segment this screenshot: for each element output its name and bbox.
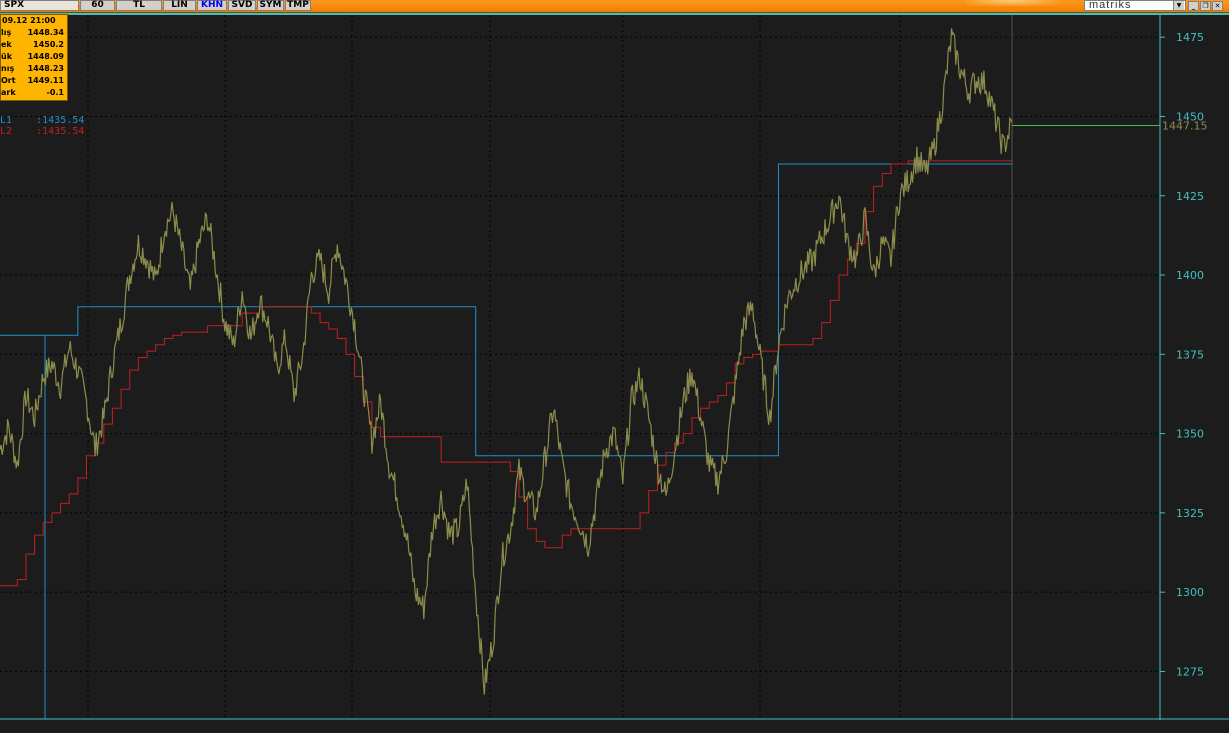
y-tick-label: 1350 — [1176, 428, 1204, 441]
info-row-low: ük 1448.09 — [1, 52, 64, 61]
info-row-high: ek 1450.2 — [1, 40, 64, 49]
scale-button[interactable]: LIN — [163, 0, 196, 11]
legend-l2-label: L2 — [0, 126, 13, 137]
minimize-icon[interactable]: _ — [1188, 1, 1199, 11]
symbol-field[interactable]: SPX — [0, 0, 79, 11]
restore-icon[interactable]: ❐ — [1200, 1, 1211, 11]
y-tick-label: 1400 — [1176, 269, 1204, 282]
y-tick-label: 1475 — [1176, 31, 1204, 44]
chevron-down-icon[interactable]: ▼ — [1173, 1, 1184, 10]
info-row-diff: ark -0.1 — [1, 88, 64, 97]
y-tick-label: 1425 — [1176, 190, 1204, 203]
last-value-label: 1447.15 — [1162, 120, 1208, 133]
y-tick-label: 1275 — [1176, 665, 1204, 678]
svd-button[interactable]: SVD — [228, 0, 256, 11]
brand-selector[interactable]: matriks — [1084, 0, 1186, 11]
price-chart[interactable]: 147514501425140013751350132513001275 144… — [0, 13, 1229, 720]
legend-l1-label: L1 — [0, 115, 13, 126]
brand-logo: matriks — [1089, 0, 1132, 11]
info-panel: 09.12 21:00 lış 1448.34 ek 1450.2 ük 1448.0… — [0, 14, 68, 101]
sym-button[interactable]: SYM — [257, 0, 284, 11]
y-tick-label: 1300 — [1176, 586, 1204, 599]
info-row-open: lış 1448.34 — [1, 28, 64, 37]
chart-top-border — [0, 13, 1229, 15]
interval-button[interactable]: 60 — [80, 0, 115, 11]
legend-l2-value: :1435.54 — [36, 126, 85, 137]
y-tick-label: 1375 — [1176, 348, 1204, 361]
legend-l1: L1 :1435.54 — [0, 115, 84, 126]
chart-background — [0, 13, 1229, 720]
y-tick-label: 1325 — [1176, 507, 1204, 520]
legend-l1-value: :1435.54 — [36, 115, 85, 126]
close-icon[interactable]: ✕ — [1212, 1, 1223, 11]
currency-button[interactable]: TL — [116, 0, 162, 11]
toolbar: SPX 60 TL LIN KHN SVD SYM TMP matriks ▼ … — [0, 0, 1229, 13]
info-timestamp: 09.12 21:00 — [2, 16, 56, 25]
legend-l2: L2 :1435.54 — [0, 126, 84, 137]
info-row-average: Ort 1449.11 — [1, 76, 64, 85]
toolbar-glow — [965, 0, 1060, 6]
khn-button[interactable]: KHN — [197, 0, 227, 11]
tmp-button[interactable]: TMP — [285, 0, 311, 11]
info-row-close: nış 1448.23 — [1, 64, 64, 73]
time-axis — [0, 720, 1229, 733]
